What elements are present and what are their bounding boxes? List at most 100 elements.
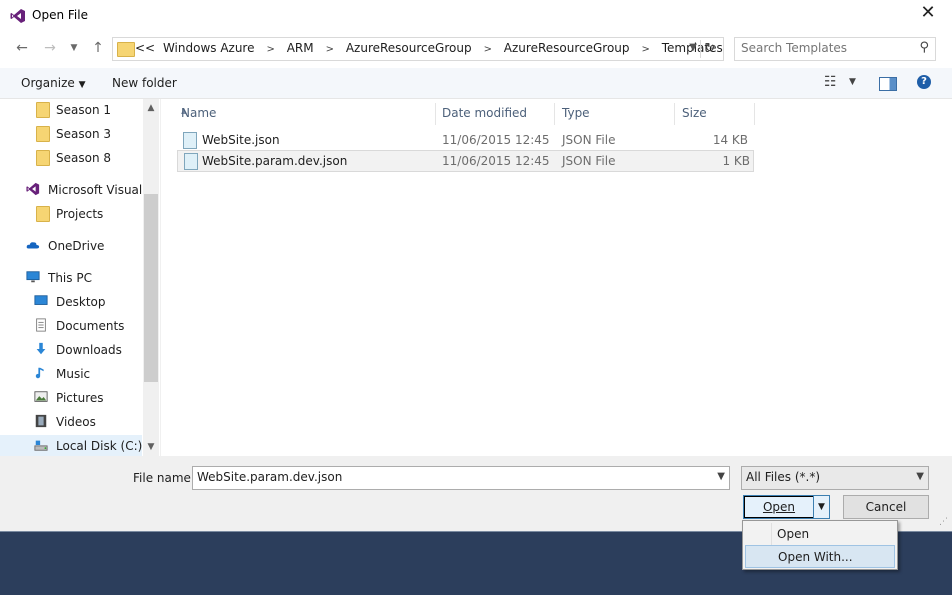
search-box[interactable]: ⚲ bbox=[734, 37, 936, 61]
scroll-down-icon[interactable]: ▼ bbox=[143, 442, 159, 452]
music-icon bbox=[35, 367, 44, 379]
chevron-down-icon[interactable]: ▼ bbox=[717, 471, 725, 482]
chevron-down-icon: ▼ bbox=[78, 80, 86, 90]
file-name-combobox[interactable]: ▼ bbox=[192, 466, 730, 490]
search-input[interactable] bbox=[735, 38, 917, 58]
preview-pane-icon[interactable] bbox=[879, 77, 897, 91]
column-header-size[interactable]: Size bbox=[676, 103, 755, 125]
menu-item-open-with[interactable]: Open With... bbox=[745, 545, 895, 568]
scrollbar-thumb[interactable] bbox=[144, 194, 158, 382]
chevron-down-icon: ▼ bbox=[818, 502, 825, 512]
sidebar-item-downloads[interactable]: Downloads bbox=[0, 339, 142, 361]
table-row[interactable]: WebSite.json 11/06/2015 12:45 JSON File … bbox=[177, 130, 752, 150]
help-icon[interactable]: ? bbox=[917, 75, 931, 89]
open-options-dropdown[interactable]: ▼ bbox=[813, 495, 830, 519]
column-header-label: Size bbox=[682, 106, 707, 120]
column-header-date[interactable]: Date modified bbox=[436, 103, 555, 125]
sidebar-item-label: Desktop bbox=[56, 295, 106, 309]
column-header-type[interactable]: Type bbox=[556, 103, 675, 125]
refresh-icon[interactable]: ↻ bbox=[700, 40, 719, 58]
column-header-label: Type bbox=[562, 106, 590, 120]
forward-arrow-icon[interactable]: → bbox=[40, 39, 60, 59]
address-bar[interactable]: << Windows Azure > ARM > AzureResourceGrou… bbox=[112, 37, 724, 61]
json-file-icon bbox=[184, 153, 198, 170]
sidebar-item-music[interactable]: Music bbox=[0, 363, 142, 385]
navigation-bar: ← → ▼ ↑ << Windows Azure > ARM > AzureReso… bbox=[0, 35, 952, 63]
breadcrumb-overflow[interactable]: << bbox=[135, 41, 155, 55]
chevron-right-icon[interactable]: > bbox=[484, 44, 492, 55]
breadcrumb-item[interactable]: AzureResourceGroup bbox=[504, 41, 630, 55]
sidebar-item-label: Local Disk (C:) bbox=[56, 439, 142, 453]
file-name-label: File name: bbox=[133, 471, 195, 485]
sidebar-item-label: Microsoft Visual S bbox=[48, 183, 142, 197]
onedrive-icon bbox=[26, 242, 40, 249]
view-options-icon[interactable]: ☷ bbox=[824, 74, 837, 90]
file-date: 11/06/2015 12:45 bbox=[442, 154, 550, 168]
chevron-down-icon[interactable]: ▼ bbox=[916, 471, 924, 482]
sidebar-item-season-8[interactable]: Season 8 bbox=[0, 147, 142, 169]
folder-icon bbox=[36, 150, 50, 166]
sidebar-item-local-disk[interactable]: Local Disk (C:) bbox=[0, 435, 142, 457]
column-header-name[interactable]: ▲ Name bbox=[175, 103, 436, 125]
sidebar-item-onedrive[interactable]: OneDrive bbox=[0, 235, 142, 257]
organize-button[interactable]: Organize ▼ bbox=[21, 76, 86, 90]
open-button[interactable]: Open bbox=[743, 495, 815, 519]
chevron-right-icon[interactable]: > bbox=[326, 44, 334, 55]
pictures-icon bbox=[34, 391, 48, 402]
back-arrow-icon[interactable]: ← bbox=[12, 39, 32, 59]
file-size: 14 KB bbox=[712, 133, 748, 147]
visual-studio-icon bbox=[10, 9, 25, 23]
chevron-right-icon[interactable]: > bbox=[266, 44, 274, 55]
file-type: JSON File bbox=[562, 154, 616, 168]
sidebar-item-label: Season 1 bbox=[56, 103, 112, 117]
file-type-filter[interactable]: All Files (*.*) ▼ bbox=[741, 466, 929, 490]
sidebar-item-documents[interactable]: Documents bbox=[0, 315, 142, 337]
downloads-icon bbox=[36, 342, 46, 355]
window-title: Open File bbox=[32, 8, 88, 22]
sidebar-item-label: Downloads bbox=[56, 343, 122, 357]
sidebar-item-label: Season 8 bbox=[56, 151, 112, 165]
sidebar-item-videos[interactable]: Videos bbox=[0, 411, 142, 433]
chevron-down-icon[interactable]: ▼ bbox=[689, 42, 697, 53]
column-header-label: Date modified bbox=[442, 106, 528, 120]
sidebar-item-label: Season 3 bbox=[56, 127, 112, 141]
table-row[interactable]: WebSite.param.dev.json 11/06/2015 12:45 … bbox=[177, 150, 754, 172]
visual-studio-icon bbox=[26, 182, 40, 196]
view-chevron-down-icon[interactable]: ▼ bbox=[849, 77, 856, 87]
resize-grip-icon[interactable]: ⋰ bbox=[939, 517, 948, 527]
new-folder-button[interactable]: New folder bbox=[112, 76, 177, 90]
breadcrumb-item[interactable]: ARM bbox=[287, 41, 314, 55]
sidebar-item-label: Pictures bbox=[56, 391, 104, 405]
computer-icon bbox=[26, 271, 40, 283]
file-name-input[interactable] bbox=[193, 467, 701, 487]
scroll-up-icon[interactable]: ▲ bbox=[143, 103, 159, 113]
disk-icon bbox=[34, 440, 48, 451]
folder-icon bbox=[36, 102, 50, 118]
chevron-right-icon[interactable]: > bbox=[642, 44, 650, 55]
sidebar-item-label: OneDrive bbox=[48, 239, 105, 253]
sidebar-item-this-pc[interactable]: This PC bbox=[0, 267, 142, 289]
cancel-button[interactable]: Cancel bbox=[843, 495, 929, 519]
menu-item-open[interactable]: Open bbox=[745, 523, 895, 544]
file-date: 11/06/2015 12:45 bbox=[442, 133, 550, 147]
sidebar-item-projects[interactable]: Projects bbox=[0, 203, 142, 225]
recent-locations-chevron-icon[interactable]: ▼ bbox=[64, 39, 84, 59]
videos-icon bbox=[35, 414, 47, 428]
sidebar-scrollbar[interactable]: ▲ ▼ bbox=[143, 99, 159, 456]
sidebar-item-season-1[interactable]: Season 1 bbox=[0, 99, 142, 121]
sidebar-item-label: Music bbox=[56, 367, 91, 381]
sidebar-item-visual-studio[interactable]: Microsoft Visual S bbox=[0, 179, 142, 201]
file-name: WebSite.param.dev.json bbox=[202, 154, 348, 168]
desktop-icon bbox=[34, 295, 48, 305]
sidebar-item-label: This PC bbox=[48, 271, 92, 285]
breadcrumb-item[interactable]: Windows Azure bbox=[163, 41, 255, 55]
up-arrow-icon[interactable]: ↑ bbox=[88, 39, 108, 59]
sidebar-item-season-3[interactable]: Season 3 bbox=[0, 123, 142, 145]
sidebar-item-desktop[interactable]: Desktop bbox=[0, 291, 142, 313]
file-list: ▲ Name Date modified Type Size WebSite.j… bbox=[160, 99, 952, 456]
sidebar-item-pictures[interactable]: Pictures bbox=[0, 387, 142, 409]
close-button[interactable]: ✕ bbox=[916, 2, 940, 26]
breadcrumb-item[interactable]: AzureResourceGroup bbox=[346, 41, 472, 55]
search-icon[interactable]: ⚲ bbox=[919, 40, 929, 55]
sidebar-item-label: Documents bbox=[56, 319, 125, 333]
